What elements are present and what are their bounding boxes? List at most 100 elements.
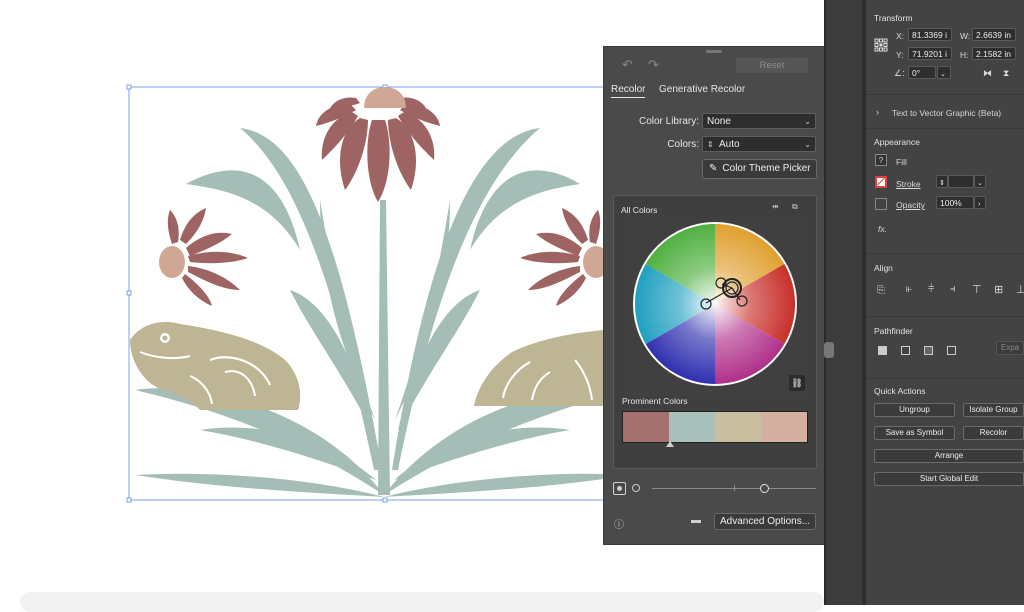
x-label: X: xyxy=(896,31,905,41)
prominent-color-swatch[interactable] xyxy=(715,412,761,442)
expand-button[interactable]: Expa xyxy=(996,341,1024,355)
height-input[interactable]: 2.1582 in xyxy=(972,47,1016,60)
slider-tick xyxy=(734,485,735,491)
color-wheel[interactable] xyxy=(622,220,808,396)
flip-horizontal-icon[interactable]: ⧓ xyxy=(983,68,992,79)
link-icon[interactable]: ⛓ xyxy=(789,375,805,391)
align-right-icon[interactable]: ⫞ xyxy=(950,283,956,296)
undo-icon[interactable]: ↶ xyxy=(622,57,633,73)
advanced-options-button[interactable]: Advanced Options... xyxy=(714,513,816,530)
ungroup-button[interactable]: Ungroup xyxy=(874,403,955,417)
saturation-toggle-icon[interactable] xyxy=(632,484,640,492)
y-label: Y: xyxy=(896,50,904,60)
opacity-label[interactable]: Opacity xyxy=(896,200,925,210)
stroke-width-input[interactable] xyxy=(948,175,974,188)
redo-icon[interactable]: ↷ xyxy=(648,57,659,73)
quick-actions-title: Quick Actions xyxy=(874,386,926,396)
prominent-color-swatch[interactable] xyxy=(669,412,715,442)
align-to-icon[interactable]: ⎘ xyxy=(877,285,885,296)
colors-select[interactable]: ⇕ Auto ⌄ xyxy=(702,136,816,152)
color-library-select[interactable]: None ⌄ xyxy=(702,113,816,129)
arrange-button[interactable]: Arrange xyxy=(874,449,1024,463)
align-top-icon[interactable]: ⊤ xyxy=(972,283,982,296)
y-input[interactable]: 71.9201 i xyxy=(908,47,952,60)
separator xyxy=(866,316,1024,317)
canvas-bottom-strip xyxy=(20,592,824,612)
save-as-symbol-button[interactable]: Save as Symbol xyxy=(874,426,955,440)
stroke-stepper[interactable]: ⇕ xyxy=(936,175,948,188)
prominent-colors-label: Prominent Colors xyxy=(622,396,688,406)
exclude-icon[interactable] xyxy=(947,346,956,355)
stepper-icon: ⇕ xyxy=(939,180,945,187)
prominent-colors-bar[interactable] xyxy=(622,411,808,443)
selection-handle[interactable] xyxy=(126,84,132,90)
align-middle-icon[interactable]: ⊞ xyxy=(994,283,1003,296)
width-input[interactable]: 2.6639 in xyxy=(972,28,1016,41)
color-merge-icon[interactable]: ⧉ xyxy=(792,202,798,212)
color-library-label: Color Library: xyxy=(638,116,699,127)
recolor-button[interactable]: Recolor xyxy=(963,426,1024,440)
separator xyxy=(866,128,1024,129)
prominent-color-swatch[interactable] xyxy=(623,412,669,442)
tab-generative-recolor[interactable]: Generative Recolor xyxy=(659,84,745,95)
angle-dropdown[interactable]: ⌄ xyxy=(937,66,951,79)
x-input[interactable]: 81.3369 i xyxy=(908,28,952,41)
start-global-edit-button[interactable]: Start Global Edit xyxy=(874,472,1024,486)
stroke-label[interactable]: Stroke xyxy=(896,179,921,189)
center-flower xyxy=(316,87,440,202)
eyedropper-icon: ✎ xyxy=(709,163,718,174)
appearance-title: Appearance xyxy=(874,137,920,147)
align-title: Align xyxy=(874,263,893,273)
info-icon[interactable]: ⓘ xyxy=(614,516,624,531)
all-colors-label: All Colors xyxy=(621,205,658,215)
color-theme-picker-button[interactable]: ✎ Color Theme Picker xyxy=(702,159,817,179)
prominent-color-swatch[interactable] xyxy=(761,412,807,442)
chevron-right-icon[interactable]: › xyxy=(876,107,879,117)
stepper-icon[interactable]: ⇕ xyxy=(707,137,714,153)
angle-input[interactable]: 0° xyxy=(908,66,936,79)
left-frog xyxy=(130,321,301,410)
intersect-icon[interactable] xyxy=(924,346,933,355)
brightness-slider-knob[interactable] xyxy=(760,484,769,493)
minus-front-icon[interactable] xyxy=(901,346,910,355)
recolor-panel[interactable]: ↶ ↷ Reset Recolor Generative Recolor Col… xyxy=(603,46,825,545)
w-label: W: xyxy=(960,31,971,41)
tab-recolor[interactable]: Recolor xyxy=(611,84,646,98)
fx-icon[interactable]: fx. xyxy=(878,224,887,234)
chevron-right-icon: › xyxy=(978,201,981,208)
selection-handle[interactable] xyxy=(382,497,388,503)
swatch-divider-handle[interactable] xyxy=(666,441,674,447)
right-flower xyxy=(520,208,609,306)
separator xyxy=(866,378,1024,379)
fill-swatch-icon[interactable]: ? xyxy=(875,154,887,166)
reset-button[interactable]: Reset xyxy=(736,58,808,73)
panel-gutter xyxy=(824,0,866,605)
isolate-group-button[interactable]: Isolate Group xyxy=(963,403,1024,417)
stroke-swatch-icon[interactable] xyxy=(875,176,887,188)
h-label: H: xyxy=(960,50,969,60)
brightness-toggle-icon[interactable] xyxy=(613,482,626,495)
unite-icon[interactable] xyxy=(878,346,887,355)
colors-value: Auto xyxy=(719,139,740,150)
selection-handle[interactable] xyxy=(126,497,132,503)
folder-icon[interactable]: ▬ xyxy=(691,515,701,526)
stroke-dropdown[interactable]: ⌄ xyxy=(974,175,986,188)
align-center-icon[interactable]: ⫩ xyxy=(928,283,934,296)
align-bottom-icon[interactable]: ⊥ xyxy=(1016,283,1024,296)
text-to-vector-label[interactable]: Text to Vector Graphic (Beta) xyxy=(892,108,1001,118)
flip-vertical-icon[interactable]: ⧗ xyxy=(1003,68,1009,79)
transform-title: Transform xyxy=(874,13,913,23)
angle-icon: ∠: xyxy=(894,68,905,78)
color-wheel-area[interactable]: ⛓ xyxy=(622,220,808,396)
panel-resize-handle[interactable] xyxy=(824,342,834,358)
opacity-icon[interactable] xyxy=(875,198,887,210)
reference-point-icon[interactable] xyxy=(874,38,888,52)
opacity-input[interactable]: 100% xyxy=(936,196,974,209)
color-library-value: None xyxy=(707,116,731,127)
color-spread-icon[interactable]: ⇹ xyxy=(772,202,779,211)
opacity-arrow[interactable]: › xyxy=(974,196,986,209)
panel-grip[interactable] xyxy=(706,50,722,53)
right-frog xyxy=(474,330,604,406)
selection-handle[interactable] xyxy=(126,290,132,296)
align-left-icon[interactable]: ⫦ xyxy=(906,283,912,296)
